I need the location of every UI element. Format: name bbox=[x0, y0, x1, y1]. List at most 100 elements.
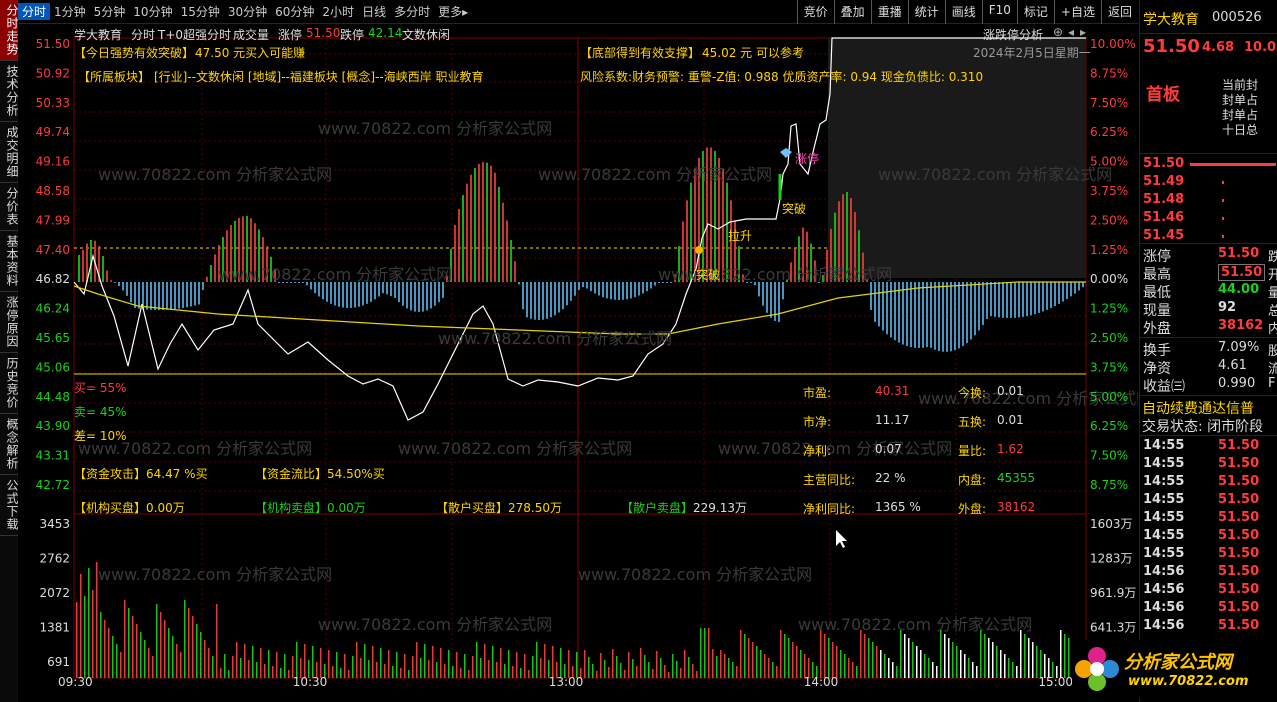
quote2-extra: F bbox=[1268, 376, 1276, 391]
volume-bar bbox=[92, 590, 94, 678]
chart-canvas: www.70822.com 分析家公式网 www.70822.com 分析家公式网… bbox=[36, 37, 1138, 689]
volume-bar bbox=[996, 646, 998, 678]
period-tab-1[interactable]: 1分钟 bbox=[50, 3, 90, 20]
pct-axis-label: 0.00% bbox=[1090, 272, 1128, 286]
flow-bar bbox=[394, 282, 396, 298]
flow-bar bbox=[398, 282, 400, 303]
volume-bar bbox=[256, 662, 258, 678]
volume-bar bbox=[796, 646, 798, 678]
flow-bar bbox=[490, 165, 492, 282]
flow-bar bbox=[514, 261, 516, 282]
period-tab-2[interactable]: 5分钟 bbox=[90, 3, 130, 20]
period-tab-3[interactable]: 10分钟 bbox=[129, 3, 176, 20]
quote-key: 最低 bbox=[1143, 285, 1171, 301]
volume-bar bbox=[740, 630, 742, 678]
tool-button-8[interactable]: 返回 bbox=[1100, 0, 1138, 24]
tool-button-0[interactable]: 竞价 bbox=[796, 0, 834, 24]
period-tab-8[interactable]: 日线 bbox=[358, 3, 390, 20]
flow-bar bbox=[82, 249, 84, 282]
volume-bar bbox=[544, 644, 546, 678]
flow-bar bbox=[1034, 282, 1036, 315]
zoom-in-icon[interactable]: ⊕ bbox=[1053, 25, 1063, 39]
watermark-text: www.70822.com 分析家公式网 bbox=[578, 565, 812, 584]
stat-value: 1365 % bbox=[875, 500, 921, 514]
flow-bar bbox=[498, 186, 500, 282]
tool-button-3[interactable]: 统计 bbox=[907, 0, 945, 24]
volume-bar bbox=[656, 651, 658, 678]
period-tab-5[interactable]: 30分钟 bbox=[224, 3, 271, 20]
volume-bar bbox=[344, 654, 346, 678]
period-tab-7[interactable]: 2小时 bbox=[318, 3, 358, 20]
watermark-text: www.70822.com 分析家公式网 bbox=[438, 329, 672, 348]
volume-bar bbox=[80, 574, 82, 678]
limit-analysis-link[interactable]: 涨跌停分析 bbox=[983, 26, 1043, 43]
volume-bar bbox=[768, 658, 770, 678]
left-tab-4[interactable]: 基本资料 bbox=[0, 231, 19, 292]
left-tab-2[interactable]: 成交明细 bbox=[0, 122, 19, 183]
left-tab-6[interactable]: 历史竞价 bbox=[0, 353, 19, 414]
flow-bar bbox=[1002, 282, 1004, 318]
volume-bar bbox=[828, 638, 830, 678]
fund-flow-title: 【资金流比】 bbox=[255, 467, 328, 481]
volume-bar bbox=[232, 656, 234, 678]
volume-bar bbox=[1016, 666, 1018, 678]
volume-bar bbox=[928, 658, 930, 678]
sector-note-text: [行业]--文数休闲 [地域]--福建板块 [概念]--海峡西岸 职业教育 bbox=[154, 70, 484, 84]
price-axis-label: 50.33 bbox=[36, 96, 70, 110]
buy-ratio: 买= 55% bbox=[74, 381, 127, 395]
volume-bar bbox=[952, 642, 954, 678]
flow-bar bbox=[898, 282, 900, 343]
watermark-text: www.70822.com 分析家公式网 bbox=[218, 265, 452, 284]
tool-button-7[interactable]: +自选 bbox=[1053, 0, 1101, 24]
period-tab-9[interactable]: 多分时 bbox=[390, 3, 434, 20]
volume-bar bbox=[492, 646, 494, 678]
retail-buy-value: 278.50万 bbox=[508, 501, 562, 515]
left-tab-0[interactable]: 分时走势 bbox=[0, 0, 19, 61]
next-icon[interactable]: ▸ bbox=[1080, 25, 1086, 39]
tool-button-6[interactable]: 标记 bbox=[1016, 0, 1054, 24]
flow-bar bbox=[334, 282, 336, 306]
panel-stock-name: 学大教育 bbox=[1143, 12, 1199, 28]
flow-bar bbox=[506, 220, 508, 282]
volume-bar bbox=[168, 628, 170, 678]
prev-icon[interactable]: ◂ bbox=[1068, 25, 1074, 39]
tick-price: 51.50 bbox=[1218, 546, 1260, 561]
quote-value: 51.50 bbox=[1218, 264, 1266, 281]
tool-button-2[interactable]: 重播 bbox=[870, 0, 908, 24]
volume-bar bbox=[644, 655, 646, 678]
volume-bar bbox=[412, 656, 414, 678]
watermark-text: www.70822.com 分析家公式网 bbox=[658, 265, 892, 284]
left-tab-5[interactable]: 涨停原因 bbox=[0, 292, 19, 353]
stat-key-2: 量比: bbox=[958, 444, 987, 458]
flow-bar bbox=[210, 264, 212, 282]
pct-axis-label: 7.50% bbox=[1090, 449, 1128, 463]
panel-price-row: 51.50 4.68 10.0 bbox=[1140, 34, 1277, 64]
left-tab-8[interactable]: 公式下载 bbox=[0, 475, 19, 536]
quote2-key: 换手 bbox=[1143, 343, 1171, 359]
period-tab-4[interactable]: 15分钟 bbox=[177, 3, 224, 20]
ask-price: 51.46 bbox=[1143, 210, 1185, 225]
volume-bar bbox=[388, 650, 390, 678]
left-tab-7[interactable]: 概念解析 bbox=[0, 414, 19, 475]
stat-key: 市净: bbox=[803, 415, 832, 429]
tool-button-1[interactable]: 叠加 bbox=[833, 0, 871, 24]
volume-bar bbox=[872, 642, 874, 678]
flow-bar bbox=[910, 282, 912, 348]
pct-axis-label: 1.25% bbox=[1090, 243, 1128, 257]
volume-bar bbox=[748, 638, 750, 678]
tool-button-5[interactable]: F10 bbox=[981, 0, 1017, 24]
tool-button-4[interactable]: 画线 bbox=[944, 0, 982, 24]
period-tab-6[interactable]: 60分钟 bbox=[271, 3, 318, 20]
price-axis-label: 47.99 bbox=[36, 213, 70, 227]
tick-price: 51.50 bbox=[1218, 528, 1260, 543]
volume-bar bbox=[184, 600, 186, 678]
period-tab-0[interactable]: 分时 bbox=[18, 3, 51, 20]
flow-bar bbox=[1074, 282, 1076, 294]
quote2-value: 7.09% bbox=[1218, 340, 1260, 355]
left-tab-1[interactable]: 技术分析 bbox=[0, 61, 19, 122]
period-tab-10[interactable]: 更多▸ bbox=[434, 3, 472, 20]
left-tab-3[interactable]: 分价表 bbox=[0, 183, 19, 231]
flow-bar bbox=[502, 202, 504, 282]
flow-bar bbox=[574, 282, 576, 296]
flow-bar bbox=[158, 282, 160, 310]
